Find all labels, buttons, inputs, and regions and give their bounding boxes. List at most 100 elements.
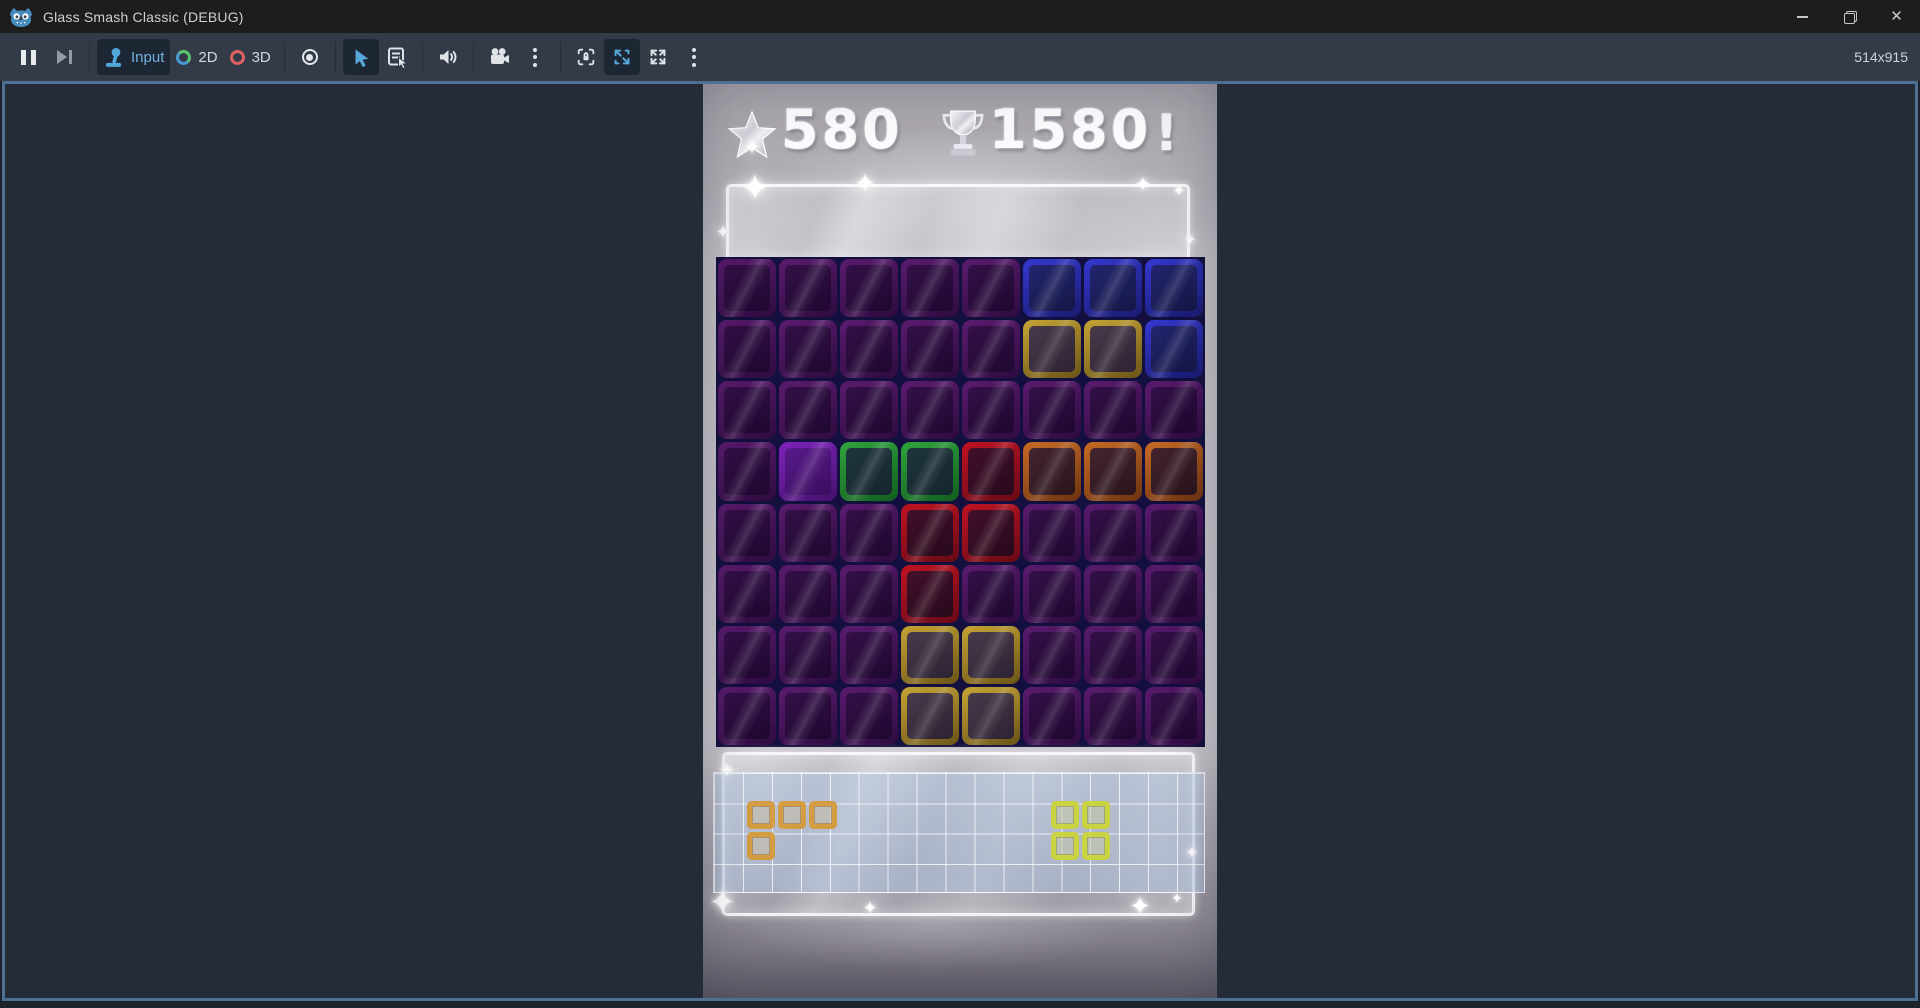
- board-cell-r1c4[interactable]: [962, 320, 1020, 378]
- tray-piece-2-cell[interactable]: [1082, 801, 1110, 829]
- desktop-window: { "window": { "title": "Glass Smash Clas…: [0, 0, 1920, 1008]
- board-cell-r4c5[interactable]: [1023, 504, 1081, 562]
- board-cell-r3c4[interactable]: [962, 442, 1020, 500]
- board-cell-r1c0[interactable]: [718, 320, 776, 378]
- board-cell-r5c5[interactable]: [1023, 565, 1081, 623]
- board-cell-r4c4[interactable]: [962, 504, 1020, 562]
- board-cell-r3c2[interactable]: [840, 442, 898, 500]
- board-cell-r3c6[interactable]: [1084, 442, 1142, 500]
- board-cell-r5c7[interactable]: [1145, 565, 1203, 623]
- board-cell-r1c7[interactable]: [1145, 320, 1203, 378]
- board-cell-r6c3[interactable]: [901, 626, 959, 684]
- board-cell-r5c2[interactable]: [840, 565, 898, 623]
- board-cell-r4c6[interactable]: [1084, 504, 1142, 562]
- step-frame-button[interactable]: [46, 39, 82, 75]
- board-cell-r6c5[interactable]: [1023, 626, 1081, 684]
- glass-header-panel: [726, 184, 1190, 257]
- board-cell-r5c1[interactable]: [779, 565, 837, 623]
- board-cell-r7c5[interactable]: [1023, 687, 1081, 745]
- keep-aspect-button[interactable]: [604, 39, 640, 75]
- board-cell-r0c2[interactable]: [840, 259, 898, 317]
- board-cell-r0c3[interactable]: [901, 259, 959, 317]
- board-cell-r2c0[interactable]: [718, 381, 776, 439]
- board-cell-r3c3[interactable]: [901, 442, 959, 500]
- board-cell-r7c4[interactable]: [962, 687, 1020, 745]
- board-cell-r7c7[interactable]: [1145, 687, 1203, 745]
- alert-value: !: [1155, 104, 1178, 162]
- tray-piece-2-cell[interactable]: [1051, 832, 1079, 860]
- board-cell-r1c3[interactable]: [901, 320, 959, 378]
- debug-toolbar: Input 2D 3D: [0, 33, 1920, 81]
- view-3d-button[interactable]: 3D: [224, 39, 277, 75]
- board-cell-r0c5[interactable]: [1023, 259, 1081, 317]
- more-options-button[interactable]: [676, 39, 712, 75]
- pause-button[interactable]: [10, 39, 46, 75]
- board-cell-r0c1[interactable]: [779, 259, 837, 317]
- toolbar-separator: [284, 42, 285, 72]
- board-cell-r6c7[interactable]: [1145, 626, 1203, 684]
- board-cell-r4c3[interactable]: [901, 504, 959, 562]
- board-cell-r4c7[interactable]: [1145, 504, 1203, 562]
- audio-mute-button[interactable]: [430, 39, 466, 75]
- board-cell-r5c3[interactable]: [901, 565, 959, 623]
- board-cell-r1c2[interactable]: [840, 320, 898, 378]
- board-cell-r5c0[interactable]: [718, 565, 776, 623]
- board-cell-r2c6[interactable]: [1084, 381, 1142, 439]
- board-cell-r6c1[interactable]: [779, 626, 837, 684]
- movie-maker-button[interactable]: [481, 39, 517, 75]
- stretch-button[interactable]: [640, 39, 676, 75]
- board-cell-r3c0[interactable]: [718, 442, 776, 500]
- board-cell-r3c5[interactable]: [1023, 442, 1081, 500]
- suspend-button[interactable]: [292, 39, 328, 75]
- board-cell-r0c7[interactable]: [1145, 259, 1203, 317]
- board-cell-r2c1[interactable]: [779, 381, 837, 439]
- board-cell-r2c4[interactable]: [962, 381, 1020, 439]
- close-button[interactable]: ✕: [1873, 0, 1920, 33]
- tray-piece-2-cell[interactable]: [1082, 832, 1110, 860]
- board-cell-r5c4[interactable]: [962, 565, 1020, 623]
- board-cell-r4c0[interactable]: [718, 504, 776, 562]
- board-cell-r6c2[interactable]: [840, 626, 898, 684]
- board-cell-r7c6[interactable]: [1084, 687, 1142, 745]
- board-cell-r1c1[interactable]: [779, 320, 837, 378]
- board-cell-r0c4[interactable]: [962, 259, 1020, 317]
- select-mode-button[interactable]: [343, 39, 379, 75]
- game-viewport[interactable]: 580 1580 !: [703, 84, 1217, 998]
- target-icon: [302, 49, 318, 65]
- board-cell-r1c6[interactable]: [1084, 320, 1142, 378]
- board-cell-r3c7[interactable]: [1145, 442, 1203, 500]
- board-cell-r7c2[interactable]: [840, 687, 898, 745]
- board-cell-r6c6[interactable]: [1084, 626, 1142, 684]
- tray-piece-1-cell[interactable]: [747, 832, 775, 860]
- board-cell-r5c6[interactable]: [1084, 565, 1142, 623]
- input-toggle-button[interactable]: Input: [97, 39, 170, 75]
- board-cell-r3c1[interactable]: [779, 442, 837, 500]
- tray-piece-1-cell[interactable]: [778, 801, 806, 829]
- board-cell-r4c2[interactable]: [840, 504, 898, 562]
- view-2d-label: 2D: [198, 49, 217, 66]
- board-cell-r0c6[interactable]: [1084, 259, 1142, 317]
- board-cell-r2c7[interactable]: [1145, 381, 1203, 439]
- tray-piece-2-cell[interactable]: [1051, 801, 1079, 829]
- board-cell-r7c0[interactable]: [718, 687, 776, 745]
- board-cell-r7c3[interactable]: [901, 687, 959, 745]
- board-cell-r2c2[interactable]: [840, 381, 898, 439]
- board-cell-r0c0[interactable]: [718, 259, 776, 317]
- embed-focus-button[interactable]: [568, 39, 604, 75]
- view-3d-label: 3D: [252, 49, 271, 66]
- minimize-button[interactable]: [1779, 0, 1826, 33]
- board-cell-r4c1[interactable]: [779, 504, 837, 562]
- board-cell-r2c3[interactable]: [901, 381, 959, 439]
- list-select-button[interactable]: [379, 39, 415, 75]
- input-toggle-label: Input: [131, 49, 164, 66]
- tray-piece-1-cell[interactable]: [747, 801, 775, 829]
- board-cell-r1c5[interactable]: [1023, 320, 1081, 378]
- tray-piece-1-cell[interactable]: [809, 801, 837, 829]
- overflow-menu-button[interactable]: [517, 39, 553, 75]
- board-cell-r6c4[interactable]: [962, 626, 1020, 684]
- board-cell-r6c0[interactable]: [718, 626, 776, 684]
- board-cell-r7c1[interactable]: [779, 687, 837, 745]
- view-2d-button[interactable]: 2D: [170, 39, 223, 75]
- board-cell-r2c5[interactable]: [1023, 381, 1081, 439]
- restore-button[interactable]: [1826, 0, 1873, 33]
